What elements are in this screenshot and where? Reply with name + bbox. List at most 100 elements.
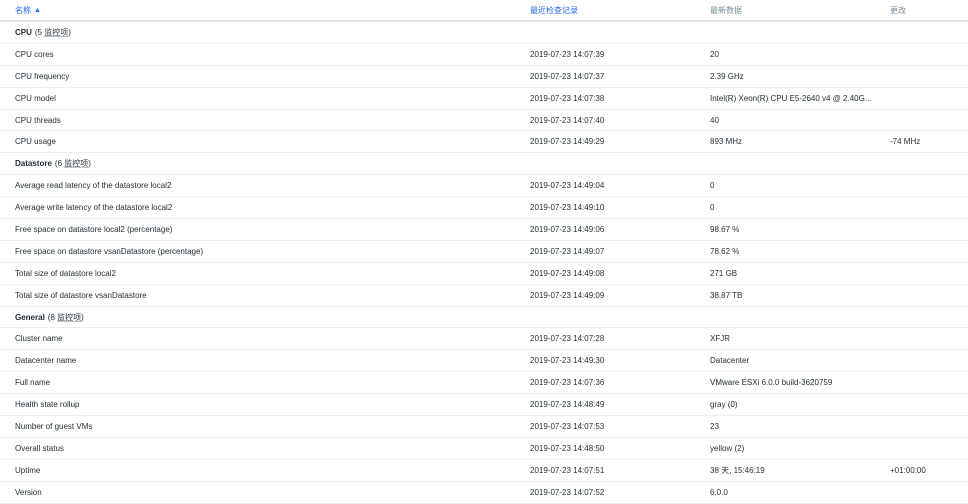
last-check-cell: 2019-07-23 14:07:28: [530, 328, 690, 349]
latest-data-cell: 271 GB: [710, 263, 890, 284]
last-check-cell: 2019-07-23 14:49:10: [530, 197, 690, 218]
table-row: Total size of datastore local2 2019-07-23…: [0, 263, 968, 285]
table-row: CPU frequency 2019-07-23 14:07:37 2.39 GHz: [0, 66, 968, 88]
group-title: Datastore: [15, 159, 52, 169]
change-cell: [890, 66, 960, 87]
last-check-cell: 2019-07-23 14:07:37: [530, 66, 690, 87]
latest-data-cell: 6.0.0: [710, 482, 890, 503]
latest-data-value: 893 MHz: [710, 137, 743, 147]
latest-data-table: 名称 ▲ 最近检查记录 最新数据 更改 CPU (5 监控项) CPU cores 2…: [0, 0, 968, 504]
last-check-time: 2019-07-23 14:49:09: [530, 290, 605, 300]
latest-data-cell: Intel(R) Xeon(R) CPU E5-2640 v4 @ 2.40G.…: [710, 88, 890, 109]
group-count: (5 监控项): [35, 27, 71, 38]
group-count-link[interactable]: 监控项: [57, 313, 81, 322]
last-check-cell: 2019-07-23 14:07:51: [530, 460, 690, 481]
group-count-link[interactable]: 监控项: [44, 28, 68, 37]
table-row: Average write latency of the datastore l…: [0, 197, 968, 220]
table-row: Overall status 2019-07-23 14:48:50 yellow …: [0, 438, 968, 460]
table-row: Number of guest VMs 2019-07-23 14:07:53 23: [0, 416, 968, 438]
item-name: CPU model: [15, 93, 56, 103]
group-count-link[interactable]: 监控项: [64, 159, 88, 168]
change-cell: [890, 241, 960, 262]
last-check-time: 2019-07-23 14:07:39: [530, 49, 605, 59]
item-name-cell: Uptime: [15, 460, 515, 481]
latest-data-cell: 0: [710, 175, 890, 196]
last-check-time: 2019-07-23 14:48:50: [530, 443, 605, 453]
latest-data-cell: yellow (2): [710, 438, 890, 459]
column-header-last-check-label[interactable]: 最近检查记录: [530, 5, 578, 16]
change-cell: [890, 110, 960, 131]
latest-data-cell: 98.67 %: [710, 219, 890, 240]
item-name: Total size of datastore local2: [15, 268, 116, 278]
last-check-time: 2019-07-23 14:07:28: [530, 334, 605, 344]
item-name-cell: CPU frequency: [15, 66, 515, 87]
last-check-cell: 2019-07-23 14:49:09: [530, 285, 690, 306]
column-header-name[interactable]: 名称 ▲: [15, 0, 515, 20]
last-check-cell: 2019-07-23 14:49:04: [530, 175, 690, 196]
group-title: CPU: [15, 27, 32, 37]
group-count-suffix: ): [68, 27, 71, 37]
last-check-time: 2019-07-23 14:49:04: [530, 181, 605, 191]
latest-data-value: 40: [710, 115, 719, 125]
sort-ascending-icon: ▲: [34, 6, 41, 14]
item-name-cell: Average write latency of the datastore l…: [15, 197, 515, 218]
item-name: Average write latency of the datastore l…: [15, 203, 173, 213]
latest-data-value: 38.87 TB: [710, 290, 743, 300]
latest-data-value: 23: [710, 421, 719, 431]
column-header-change-label: 更改: [890, 5, 906, 15]
table-row: Datacenter name 2019-07-23 14:49:30 Datace…: [0, 350, 968, 373]
latest-data-cell: 0: [710, 197, 890, 218]
table-body: CPU (5 监控项) CPU cores 2019-07-23 14:07:39 20…: [0, 22, 968, 504]
group-title: General: [15, 312, 45, 322]
last-check-cell: 2019-07-23 14:49:30: [530, 350, 690, 371]
latest-data-value: yellow (2): [710, 443, 745, 453]
last-check-cell: 2019-07-23 14:07:52: [530, 482, 690, 503]
latest-data-value: 0: [710, 203, 715, 213]
latest-data-value: 6.0.0: [710, 487, 728, 497]
latest-data-cell: XFJR: [710, 328, 890, 349]
last-check-time: 2019-07-23 14:07:38: [530, 93, 605, 103]
last-check-time: 2019-07-23 14:49:29: [530, 137, 605, 147]
column-header-name-label[interactable]: 名称: [15, 5, 31, 16]
last-check-cell: 2019-07-23 14:07:38: [530, 88, 690, 109]
latest-data-cell: 38.87 TB: [710, 285, 890, 306]
change-cell: [890, 438, 960, 459]
change-cell: [890, 372, 960, 393]
latest-data-value: 2.39 GHz: [710, 71, 744, 81]
change-cell: [890, 44, 960, 65]
item-name-cell: CPU usage: [15, 131, 515, 152]
item-name-cell: Total size of datastore vsanDatastore: [15, 285, 515, 306]
column-header-latest-data: 最新数据: [710, 0, 890, 20]
latest-data-cell: gray (0): [710, 394, 890, 415]
item-name-cell: CPU cores: [15, 44, 515, 65]
item-name: Health state rollup: [15, 400, 80, 410]
group-cell: CPU (5 监控项): [15, 22, 515, 43]
latest-data-cell: 20: [710, 44, 890, 65]
last-check-time: 2019-07-23 14:07:37: [530, 71, 605, 81]
last-check-cell: 2019-07-23 14:49:08: [530, 263, 690, 284]
item-name-cell: Free space on datastore vsanDatastore (p…: [15, 241, 515, 262]
last-check-cell: 2019-07-23 14:07:36: [530, 372, 690, 393]
last-check-cell: 2019-07-23 14:48:50: [530, 438, 690, 459]
group-row: Datastore (6 监控项): [0, 153, 968, 176]
group-cell: Datastore (6 监控项): [15, 153, 515, 174]
item-name: Overall status: [15, 443, 64, 453]
latest-data-value: Datacenter: [710, 356, 750, 366]
group-count-suffix: ): [81, 312, 84, 322]
change-cell: [890, 263, 960, 284]
item-name: Number of guest VMs: [15, 421, 93, 431]
table-row: CPU threads 2019-07-23 14:07:40 40: [0, 110, 968, 132]
item-name: Cluster name: [15, 334, 63, 344]
item-name: CPU cores: [15, 49, 54, 59]
item-name-cell: Cluster name: [15, 328, 515, 349]
table-row: Total size of datastore vsanDatastore 201…: [0, 285, 968, 307]
last-check-cell: 2019-07-23 14:07:53: [530, 416, 690, 437]
group-count: (6 监控项): [55, 158, 91, 169]
column-header-last-check[interactable]: 最近检查记录: [530, 0, 690, 20]
change-cell: +01:00:00: [890, 460, 960, 481]
last-check-cell: 2019-07-23 14:07:40: [530, 110, 690, 131]
table-header: 名称 ▲ 最近检查记录 最新数据 更改: [0, 0, 968, 22]
column-header-change: 更改: [890, 0, 960, 20]
latest-data-cell: Datacenter: [710, 350, 890, 371]
change-cell: [890, 175, 960, 196]
